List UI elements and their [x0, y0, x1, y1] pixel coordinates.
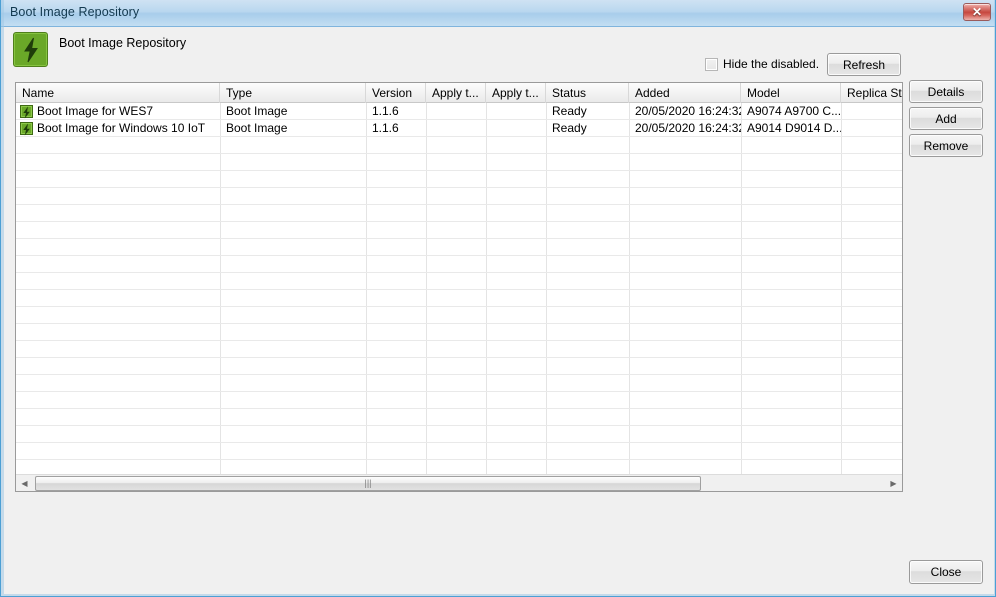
boot-image-repository-window: Boot Image Repository ✕ Boot Image Repos…	[0, 0, 996, 597]
scrollbar-thumb[interactable]: |||	[35, 476, 701, 491]
close-icon: ✕	[971, 5, 983, 19]
bolt-glyph	[14, 33, 47, 66]
close-window-button[interactable]: ✕	[963, 3, 991, 21]
cell-text: Boot Image for WES7	[37, 104, 154, 118]
table-row[interactable]	[16, 409, 902, 426]
lightning-bolt-icon	[13, 32, 48, 67]
column-header-type[interactable]: Type	[220, 83, 366, 103]
table-row[interactable]	[16, 137, 902, 154]
add-button[interactable]: Add	[909, 107, 983, 130]
details-button[interactable]: Details	[909, 80, 983, 103]
cell-model: A9074 A9700 C...	[747, 104, 841, 118]
table-row[interactable]	[16, 154, 902, 171]
refresh-button[interactable]: Refresh	[827, 53, 901, 76]
cell-model: A9014 D9014 D...	[747, 121, 841, 135]
lightning-bolt-icon	[20, 121, 33, 135]
cell-status: Ready	[552, 104, 587, 118]
window-title: Boot Image Repository	[10, 5, 140, 19]
table-row[interactable]	[16, 392, 902, 409]
table-row[interactable]	[16, 426, 902, 443]
table-row[interactable]	[16, 358, 902, 375]
column-header-replica-st[interactable]: Replica St	[841, 83, 902, 103]
cell-status: Ready	[552, 121, 587, 135]
column-header-apply-t[interactable]: Apply t...	[486, 83, 546, 103]
table-row[interactable]	[16, 443, 902, 460]
scroll-left-arrow-icon[interactable]: ◀	[16, 475, 33, 491]
table-row[interactable]	[16, 341, 902, 358]
table-header-row: Name Type Version Apply t... Apply t... Statu…	[16, 83, 902, 103]
hide-disabled-checkbox-group[interactable]: Hide the disabled.	[705, 57, 819, 71]
table-row[interactable]: Boot Image for Windows 10 IoT Boot Image 1…	[16, 120, 902, 137]
lightning-bolt-icon	[20, 104, 33, 118]
column-header-model[interactable]: Model	[741, 83, 841, 103]
column-header-added[interactable]: Added	[629, 83, 741, 103]
cell-apply-to-2	[486, 120, 546, 136]
column-header-status[interactable]: Status	[546, 83, 629, 103]
cell-added: 20/05/2020 16:24:32	[635, 104, 741, 118]
table-row[interactable]	[16, 290, 902, 307]
cell-type: Boot Image	[226, 104, 288, 118]
table-row[interactable]	[16, 256, 902, 273]
scroll-right-arrow-icon[interactable]: ▶	[885, 475, 902, 491]
table-row[interactable]	[16, 222, 902, 239]
table-row[interactable]	[16, 188, 902, 205]
cell-name: Boot Image for Windows 10 IoT	[16, 120, 220, 136]
cell-apply-to-2	[486, 103, 546, 119]
cell-apply-to-1	[426, 120, 486, 136]
boot-image-table: Name Type Version Apply t... Apply t... Statu…	[15, 82, 903, 492]
table-row[interactable]	[16, 460, 902, 474]
column-header-name[interactable]: Name	[16, 83, 220, 103]
table-row[interactable]	[16, 324, 902, 341]
table-row[interactable]	[16, 273, 902, 290]
title-bar[interactable]: Boot Image Repository ✕	[1, 0, 995, 27]
scrollbar-grip-icon: |||	[364, 478, 372, 488]
cell-text: Boot Image for Windows 10 IoT	[37, 121, 206, 135]
hide-disabled-label: Hide the disabled.	[723, 57, 820, 71]
cell-replica-status	[841, 103, 902, 119]
cell-type: Boot Image	[226, 121, 288, 135]
table-body[interactable]: Boot Image for WES7 Boot Image 1.1.6 Ready 2…	[16, 103, 902, 474]
table-row[interactable]	[16, 375, 902, 392]
hide-disabled-checkbox[interactable]	[705, 57, 718, 71]
cell-apply-to-1	[426, 103, 486, 119]
close-button[interactable]: Close	[909, 560, 983, 584]
cell-name: Boot Image for WES7	[16, 103, 220, 119]
table-row[interactable]	[16, 171, 902, 188]
horizontal-scrollbar[interactable]: ◀ ||| ▶	[16, 474, 902, 491]
table-row[interactable]: Boot Image for WES7 Boot Image 1.1.6 Ready 2…	[16, 103, 902, 120]
column-header-version[interactable]: Version	[366, 83, 426, 103]
cell-version: 1.1.6	[372, 104, 399, 118]
cell-replica-status	[841, 120, 902, 136]
cell-added: 20/05/2020 16:24:32	[635, 121, 741, 135]
banner-title: Boot Image Repository	[59, 36, 187, 50]
cell-version: 1.1.6	[372, 121, 399, 135]
column-header-apply-t[interactable]: Apply t...	[426, 83, 486, 103]
table-row[interactable]	[16, 307, 902, 324]
table-row[interactable]	[16, 239, 902, 256]
table-row[interactable]	[16, 205, 902, 222]
remove-button[interactable]: Remove	[909, 134, 983, 157]
